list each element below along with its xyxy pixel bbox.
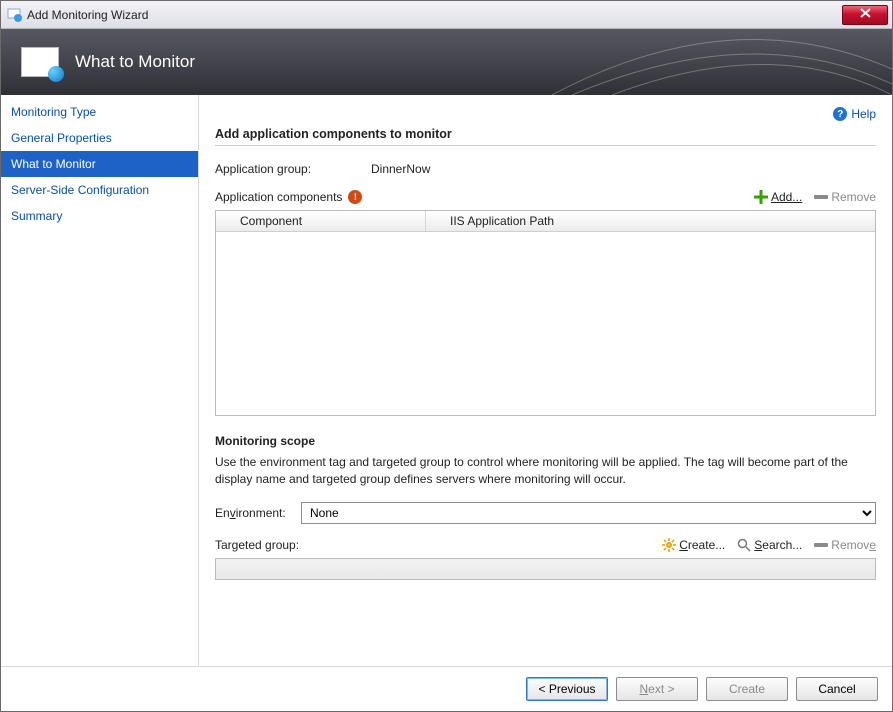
add-component-button[interactable]: Add... [754, 190, 802, 204]
sidebar-item-what-to-monitor[interactable]: What to Monitor [1, 151, 198, 177]
monitor-icon [21, 47, 59, 77]
header-banner: What to Monitor [1, 29, 892, 95]
page-heading: What to Monitor [75, 52, 195, 72]
environment-label: Environment: [215, 506, 293, 520]
titlebar: Add Monitoring Wizard [1, 1, 892, 29]
search-icon [737, 538, 751, 552]
section-heading: Add application components to monitor [215, 127, 876, 141]
close-icon [860, 8, 871, 21]
search-label: Search... [754, 538, 802, 552]
sidebar-item-summary[interactable]: Summary [1, 203, 198, 229]
application-group-label: Application group: [215, 162, 363, 176]
targeted-group-field [215, 558, 876, 580]
main-panel: ? Help Add application components to mon… [199, 95, 892, 666]
environment-select[interactable]: None [301, 502, 876, 524]
remove2-label: Remove [831, 538, 876, 552]
window-title: Add Monitoring Wizard [27, 8, 148, 22]
header-decoration [552, 29, 892, 95]
minus-icon [814, 195, 828, 199]
table-header: Component IIS Application Path [216, 211, 875, 232]
warning-icon: ! [348, 190, 362, 204]
remove-group-button: Remove [814, 538, 876, 552]
sidebar-item-general-properties[interactable]: General Properties [1, 125, 198, 151]
create-group-button[interactable]: Create... [662, 538, 725, 552]
wizard-window: Add Monitoring Wizard What to Monitor Mo… [0, 0, 893, 712]
next-button: Next > [616, 677, 698, 701]
remove-label: Remove [831, 190, 876, 204]
close-button[interactable] [842, 5, 888, 25]
monitoring-scope-heading: Monitoring scope [215, 434, 876, 448]
app-icon [7, 7, 23, 23]
wizard-footer: < Previous Next > Create Cancel [1, 666, 892, 711]
minus-icon [814, 543, 828, 547]
sidebar-item-monitoring-type[interactable]: Monitoring Type [1, 99, 198, 125]
search-group-button[interactable]: Search... [737, 538, 802, 552]
application-components-label: Application components [215, 190, 342, 204]
create-label: Create... [679, 538, 725, 552]
previous-button[interactable]: < Previous [526, 677, 608, 701]
targeted-group-label: Targeted group: [215, 538, 299, 552]
components-table[interactable]: Component IIS Application Path [215, 210, 876, 416]
plus-icon [754, 190, 768, 204]
cancel-button[interactable]: Cancel [796, 677, 878, 701]
sidebar-item-server-side-configuration[interactable]: Server-Side Configuration [1, 177, 198, 203]
remove-component-button: Remove [814, 190, 876, 204]
wizard-steps-sidebar: Monitoring Type General Properties What … [1, 95, 199, 666]
help-link[interactable]: Help [851, 107, 876, 121]
application-group-value: DinnerNow [371, 162, 430, 176]
divider [215, 145, 876, 146]
create-button: Create [706, 677, 788, 701]
column-iis-path[interactable]: IIS Application Path [426, 211, 875, 231]
add-label: Add... [771, 190, 802, 204]
column-component[interactable]: Component [216, 211, 426, 231]
monitoring-scope-description: Use the environment tag and targeted gro… [215, 454, 876, 488]
help-icon: ? [833, 107, 847, 121]
sun-icon [662, 538, 676, 552]
